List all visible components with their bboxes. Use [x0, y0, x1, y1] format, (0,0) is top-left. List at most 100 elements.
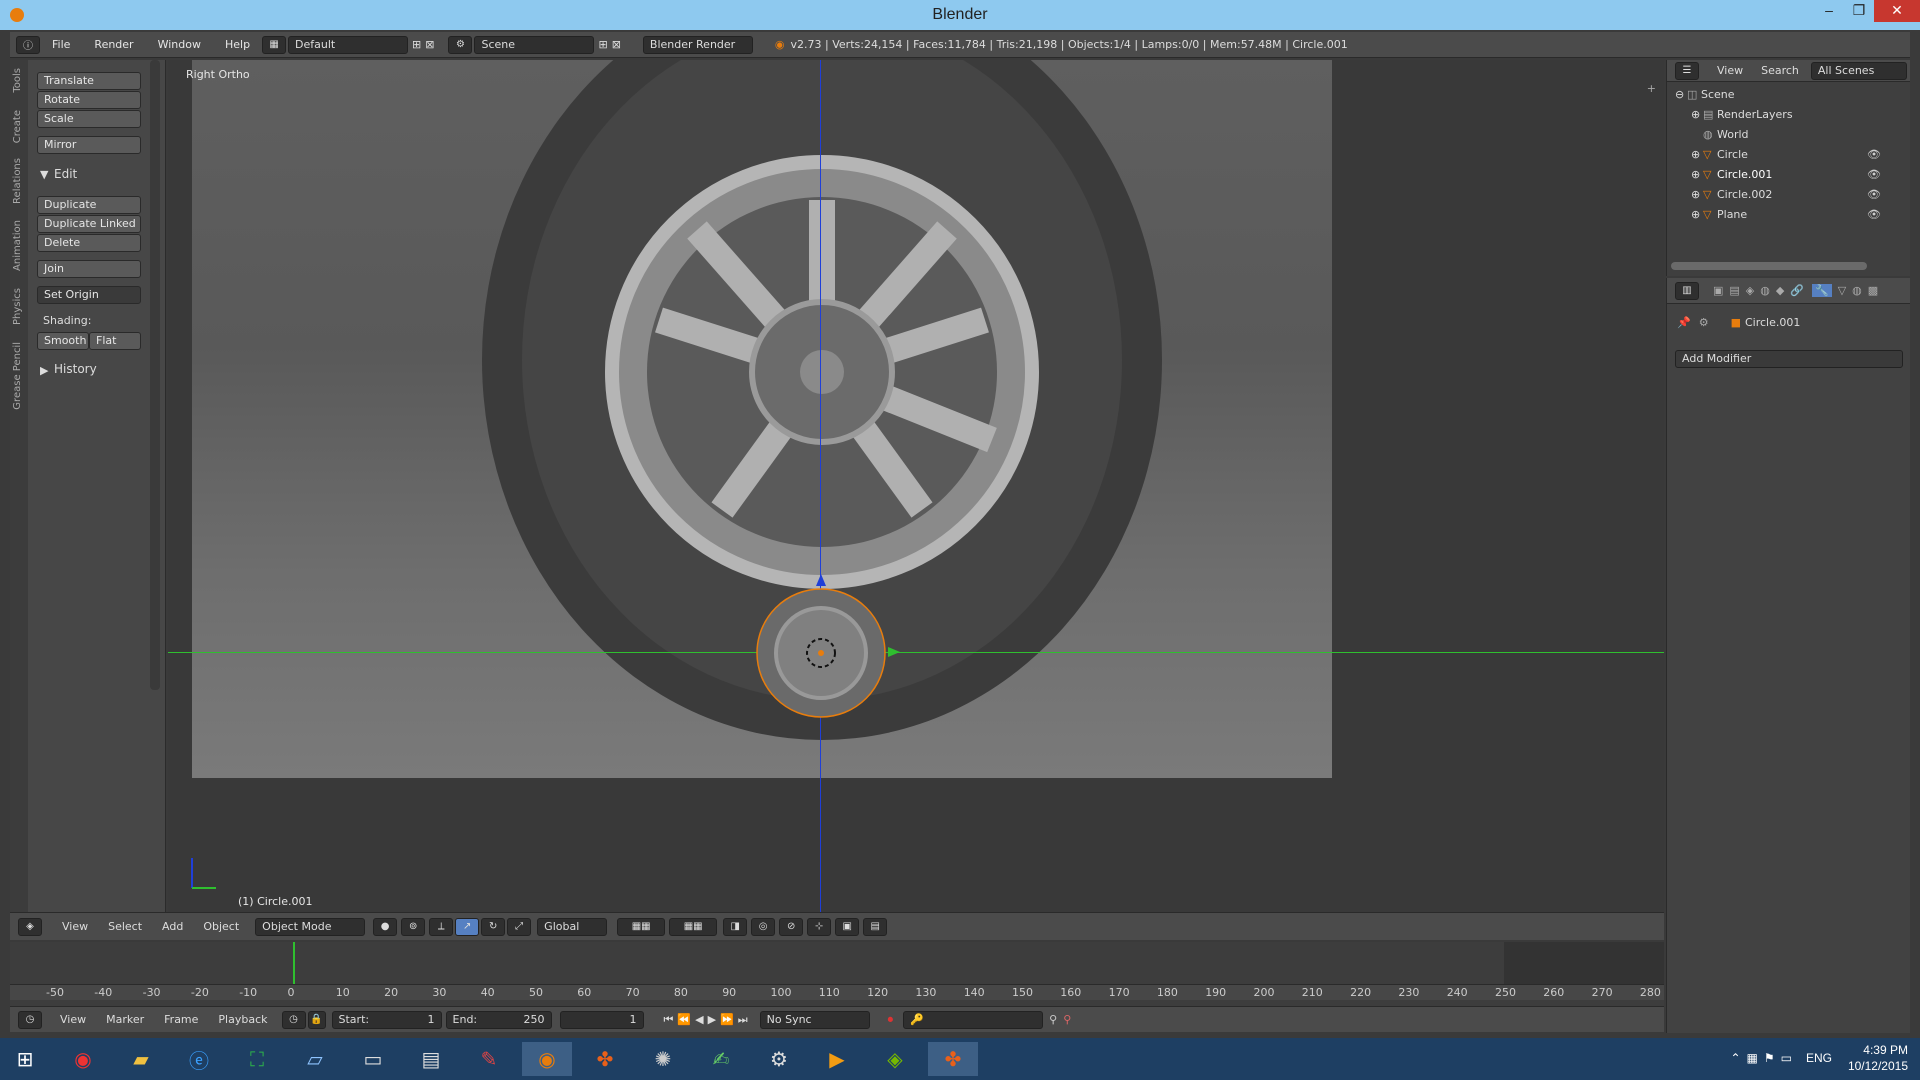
selected-object-circle-001[interactable]: [754, 586, 888, 720]
viewport-menu-select[interactable]: Select: [98, 920, 152, 933]
screen-layout-field[interactable]: Default: [288, 35, 409, 54]
sync-mode-dropdown[interactable]: No Sync: [759, 1010, 870, 1029]
smooth-button[interactable]: Smooth: [37, 332, 89, 350]
keying-set-field[interactable]: 🔑: [903, 1010, 1044, 1029]
scene-field[interactable]: Scene: [474, 35, 595, 54]
outliner-menu-view[interactable]: View: [1705, 64, 1755, 77]
language-indicator[interactable]: ENG: [1806, 1050, 1832, 1066]
viewport-editor-type-icon[interactable]: ◈: [18, 917, 42, 936]
paint-palette-icon[interactable]: ✺: [638, 1042, 688, 1076]
outliner-item-circle[interactable]: ⊕ ▽ Circle 👁: [1667, 144, 1911, 164]
expand-icon[interactable]: ⊕: [1691, 148, 1703, 161]
edit-panel-toggle-icon[interactable]: ▼: [40, 168, 48, 181]
visibility-icon[interactable]: 👁: [1867, 168, 1881, 181]
layers-grid-icon[interactable]: ▦▦: [617, 917, 666, 936]
duplicate-button[interactable]: Duplicate: [37, 196, 141, 214]
z-manipulator-arrow-icon[interactable]: [816, 574, 826, 586]
preview-range-icon[interactable]: ◷: [281, 1010, 306, 1029]
add-scene-icon[interactable]: ⊞: [598, 38, 607, 51]
flat-button[interactable]: Flat: [89, 332, 141, 350]
outliner-item-circle-001[interactable]: ⊕ ▽ Circle.001 👁: [1667, 164, 1911, 184]
history-panel-toggle-icon[interactable]: ▶: [40, 364, 48, 377]
outliner-scrollbar[interactable]: [1671, 262, 1867, 270]
store-icon[interactable]: ⛶: [232, 1042, 282, 1076]
scale-manipulator-icon[interactable]: ⤢: [507, 917, 532, 936]
playback-controls-icon[interactable]: ⏮⏪◀▶⏩⏭: [664, 1013, 752, 1027]
remote-desktop-icon[interactable]: ▭: [348, 1042, 398, 1076]
insert-keyframe-icon[interactable]: ⚲: [1049, 1013, 1057, 1026]
proportional-edit-icon[interactable]: ◎: [751, 917, 776, 936]
lock-range-icon[interactable]: 🔒: [307, 1010, 326, 1029]
translate-button[interactable]: Translate: [37, 72, 141, 90]
media-player-icon[interactable]: ▶: [812, 1042, 862, 1076]
render-opengl-icon[interactable]: ▣: [835, 917, 860, 936]
outliner-menu-search[interactable]: Search: [1755, 64, 1805, 77]
tab-animation[interactable]: Animation: [12, 220, 23, 271]
rotate-button[interactable]: Rotate: [37, 91, 141, 109]
menu-help[interactable]: Help: [213, 38, 262, 51]
modifier-tab-icon[interactable]: 🔧: [1812, 284, 1832, 297]
viewport-menu-add[interactable]: Add: [152, 920, 193, 933]
timeline-menu-marker[interactable]: Marker: [96, 1013, 154, 1026]
lock-camera-icon[interactable]: ◨: [723, 917, 748, 936]
pen-tablet-icon[interactable]: ✍: [696, 1042, 746, 1076]
expand-icon[interactable]: ⊕: [1691, 108, 1703, 121]
layers-grid-2-icon[interactable]: ▦▦: [669, 917, 718, 936]
notes-icon[interactable]: ▱: [290, 1042, 340, 1076]
history-panel-header[interactable]: History: [54, 362, 97, 376]
record-icon[interactable]: ⏺: [888, 1013, 894, 1027]
visibility-icon[interactable]: 👁: [1867, 148, 1881, 161]
editor-type-icon[interactable]: ⓘ: [16, 35, 40, 54]
substance-icon[interactable]: ✤: [580, 1042, 630, 1076]
nvidia-icon[interactable]: ◈: [870, 1042, 920, 1076]
mirror-button[interactable]: Mirror: [37, 136, 141, 154]
maximize-button[interactable]: ❐: [1844, 0, 1874, 22]
manipulator-toggle-icon[interactable]: ⟂: [429, 917, 454, 936]
outliner-item-renderlayers[interactable]: ⊕ ▤ RenderLayers: [1667, 104, 1911, 124]
snap-element-icon[interactable]: ⊹: [807, 917, 832, 936]
timeline-ruler[interactable]: -50 -40 -30 -20 -10 0 10 20 30 40 50 60 70 80 90 100 110…: [10, 984, 1664, 1000]
edit-panel-header[interactable]: Edit: [54, 167, 77, 181]
timeline-menu-playback[interactable]: Playback: [208, 1013, 277, 1026]
menu-window[interactable]: Window: [146, 38, 213, 51]
expand-icon[interactable]: ⊕: [1691, 168, 1703, 181]
timeline[interactable]: -50 -40 -30 -20 -10 0 10 20 30 40 50 60 70 80 90 100 110…: [10, 942, 1664, 1032]
expand-icon[interactable]: ⊖: [1675, 88, 1687, 101]
visibility-icon[interactable]: 👁: [1867, 208, 1881, 221]
menu-render[interactable]: Render: [82, 38, 145, 51]
viewport-menu-view[interactable]: View: [52, 920, 98, 933]
current-frame-field[interactable]: 1: [559, 1010, 644, 1029]
delete-keyframe-icon[interactable]: ⚲: [1063, 1013, 1071, 1026]
snap-icon[interactable]: ⊘: [779, 917, 804, 936]
transform-orientation-dropdown[interactable]: Global: [537, 917, 608, 936]
properties-toggle-icon[interactable]: +: [1647, 82, 1656, 95]
viewport-menu-object[interactable]: Object: [193, 920, 249, 933]
clock-date[interactable]: 10/12/2015: [1848, 1058, 1908, 1074]
mode-dropdown[interactable]: Object Mode: [255, 917, 366, 936]
pivot-point-icon[interactable]: ⊚: [401, 917, 426, 936]
delete-button[interactable]: Delete: [37, 234, 141, 252]
substance-painter-icon[interactable]: ✤: [928, 1042, 978, 1076]
rotate-manipulator-icon[interactable]: ↻: [481, 917, 506, 936]
tab-create[interactable]: Create: [12, 110, 23, 143]
timeline-menu-view[interactable]: View: [50, 1013, 96, 1026]
shading-mode-icon[interactable]: ●: [373, 917, 398, 936]
remove-layout-icon[interactable]: ⊠: [425, 38, 434, 51]
tab-physics[interactable]: Physics: [12, 288, 23, 325]
y-manipulator-arrow-icon[interactable]: [888, 647, 900, 657]
remove-scene-icon[interactable]: ⊠: [612, 38, 621, 51]
add-modifier-dropdown[interactable]: Add Modifier: [1675, 350, 1903, 368]
render-animation-icon[interactable]: ▤: [863, 917, 888, 936]
internet-explorer-icon[interactable]: ⓔ: [174, 1042, 224, 1076]
expand-icon[interactable]: ⊕: [1691, 208, 1703, 221]
timeline-editor-type-icon[interactable]: ◷: [18, 1010, 42, 1029]
pin-icon[interactable]: 📌: [1677, 316, 1691, 329]
menu-file[interactable]: File: [40, 38, 82, 51]
blender-taskbar-icon[interactable]: ◉: [522, 1042, 572, 1076]
steam-icon[interactable]: ⚙: [754, 1042, 804, 1076]
outliner-item-scene[interactable]: ⊖ ◫ Scene: [1667, 84, 1911, 104]
scene-icon[interactable]: ⚙: [448, 35, 473, 54]
tab-relations[interactable]: Relations: [12, 158, 23, 204]
outliner-item-circle-002[interactable]: ⊕ ▽ Circle.002 👁: [1667, 184, 1911, 204]
tray-icons[interactable]: ⌃▦⚑▭: [1731, 1050, 1799, 1066]
